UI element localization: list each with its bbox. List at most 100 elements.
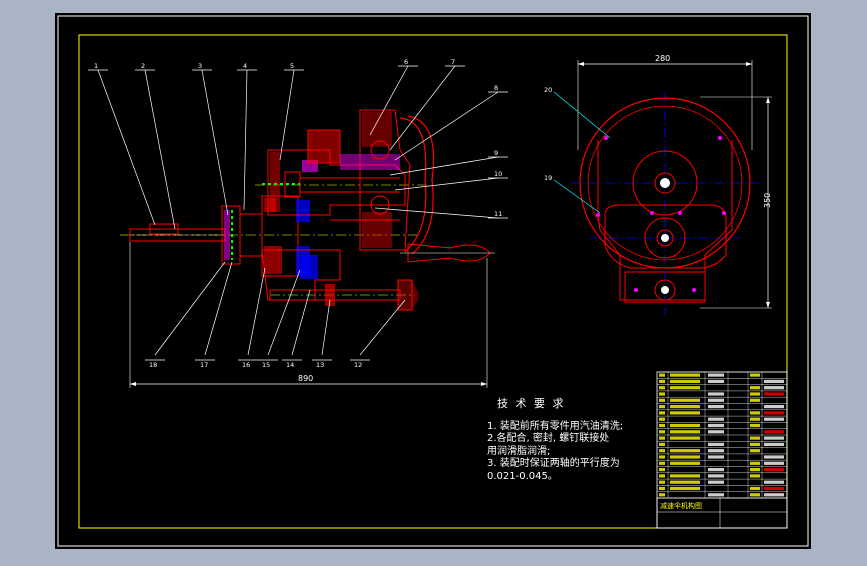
parts-index: [659, 398, 665, 402]
parts-cell-text: [670, 480, 700, 484]
parts-cell-text: [764, 417, 784, 421]
parts-index: [659, 486, 665, 491]
parts-cell-text: [670, 373, 700, 377]
parts-cell-text: [764, 392, 784, 396]
parts-cell-text: [670, 379, 700, 383]
callout-8: 8: [494, 84, 498, 92]
parts-cell-text: [750, 449, 760, 453]
parts-cell-text: [750, 386, 760, 390]
callout-2: 2: [141, 62, 145, 70]
callout-4: 4: [243, 62, 247, 70]
parts-index: [659, 392, 665, 396]
parts-cell-text: [750, 392, 760, 396]
parts-index: [659, 373, 665, 377]
parts-index: [659, 449, 665, 453]
parts-cell-text: [764, 493, 784, 497]
parts-cell-text: [750, 417, 760, 421]
tech-line-4: 3. 装配时保证两轴的平行度为: [487, 458, 620, 469]
parts-cell-text: [750, 436, 760, 440]
callout-12: 12: [354, 361, 362, 369]
parts-cell-text: [750, 486, 760, 491]
tech-line-1: 1. 装配前所有零件用汽油清洗;: [487, 420, 624, 432]
parts-cell-text: [708, 480, 724, 484]
callout-17: 17: [200, 361, 208, 369]
parts-cell-text: [708, 474, 724, 478]
parts-cell-text: [750, 373, 760, 377]
parts-cell-text: [708, 468, 724, 472]
parts-index: [659, 430, 665, 434]
parts-cell-text: [764, 468, 784, 472]
parts-index: [659, 493, 665, 497]
parts-cell-text: [670, 386, 700, 390]
callout-20: 20: [544, 86, 552, 94]
callout-11: 11: [494, 210, 502, 218]
callout-19: 19: [544, 174, 552, 182]
parts-cell-text: [670, 486, 700, 491]
callout-18: 18: [149, 361, 157, 369]
parts-cell-text: [670, 461, 700, 465]
parts-cell-text: [750, 398, 760, 402]
parts-index: [659, 442, 665, 446]
parts-cell-text: [708, 449, 724, 453]
parts-cell-text: [708, 455, 724, 459]
parts-cell-text: [750, 411, 760, 415]
parts-cell-text: [750, 474, 760, 478]
parts-cell-text: [708, 417, 724, 421]
parts-cell-text: [750, 493, 760, 497]
tech-line-3: 用润滑脂润滑;: [487, 445, 551, 457]
callout-7: 7: [451, 58, 455, 66]
parts-cell-text: [764, 461, 784, 465]
parts-cell-text: [750, 442, 760, 446]
parts-cell-text: [670, 436, 700, 440]
drawing-sheet: [55, 13, 811, 549]
callout-13: 13: [316, 361, 324, 369]
parts-index: [659, 436, 665, 440]
parts-cell-text: [708, 442, 724, 446]
callout-9: 9: [494, 149, 498, 157]
parts-cell-text: [750, 461, 760, 465]
parts-index: [659, 474, 665, 478]
parts-cell-text: [750, 468, 760, 472]
parts-cell-text: [764, 442, 784, 446]
parts-index: [659, 386, 665, 390]
parts-cell-text: [670, 411, 700, 415]
parts-cell-text: [764, 480, 784, 484]
parts-cell-text: [708, 379, 724, 383]
dim-350-label: 350: [763, 193, 772, 208]
parts-cell-text: [708, 398, 724, 402]
parts-cell-text: [670, 455, 700, 459]
callout-1: 1: [94, 62, 98, 70]
callout-6: 6: [404, 58, 408, 66]
parts-index: [659, 480, 665, 484]
dim-280-label: 280: [655, 54, 670, 63]
parts-cell-text: [764, 436, 784, 440]
parts-cell-text: [750, 423, 760, 428]
parts-cell-text: [764, 486, 784, 491]
parts-cell-text: [670, 430, 700, 434]
parts-index: [659, 461, 665, 465]
callout-16: 16: [242, 361, 250, 369]
tech-line-2: 2.各配合, 密封, 螺钉联接处: [487, 433, 610, 444]
parts-index: [659, 468, 665, 472]
parts-cell-text: [670, 449, 700, 453]
technical-requirements: 技 术 要 求 1. 装配前所有零件用汽油清洗; 2.各配合, 密封, 螺钉联接…: [487, 397, 637, 483]
callout-5: 5: [290, 62, 294, 70]
parts-cell-text: [670, 398, 700, 402]
callout-3: 3: [198, 62, 202, 70]
parts-cell-text: [670, 405, 700, 409]
top-gear: [308, 130, 340, 163]
parts-cell-text: [708, 493, 724, 497]
callout-15: 15: [262, 361, 270, 369]
parts-cell-text: [708, 430, 724, 434]
callout-10: 10: [494, 170, 502, 178]
parts-cell-text: [670, 474, 700, 478]
tech-title: 技 术 要 求: [497, 397, 566, 410]
parts-cell-text: [708, 423, 724, 428]
parts-cell-text: [670, 423, 700, 428]
cad-drawing-window: 1 2 3 4 5 6 7 8 9 10 11 18 17 16 15 14 1…: [0, 0, 867, 562]
tech-line-5: 0.021-0.045。: [487, 470, 558, 482]
parts-cell-text: [764, 386, 784, 390]
dim-890-label: 890: [298, 374, 313, 383]
parts-cell-text: [764, 405, 784, 409]
parts-cell-text: [764, 411, 784, 415]
